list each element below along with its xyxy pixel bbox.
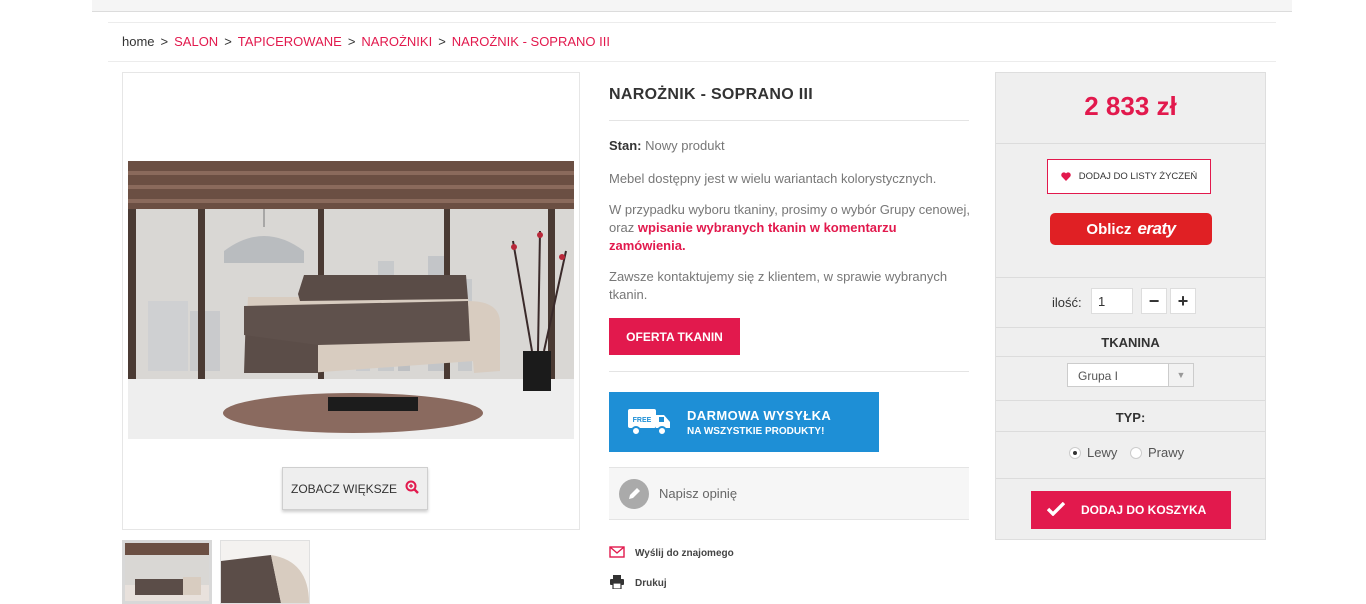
divider [108,61,1276,62]
send-to-friend-label: Wyślij do znajomego [635,547,734,559]
envelope-icon [609,545,625,561]
shipping-subtitle: NA WSZYSTKIE PRODUKTY! [687,425,825,437]
divider [996,143,1265,144]
printer-icon [609,575,625,592]
review-label: Napisz opinię [659,486,738,501]
description-paragraph: W przypadku wyboru tkaniny, prosimy o wy… [609,202,971,253]
eraty-prefix: Oblicz [1086,220,1132,238]
eraty-calculator-button[interactable]: Oblicz eraty [1050,213,1212,245]
product-condition: Stan: Nowy produkt [609,138,725,153]
checkmark-icon [1045,499,1067,522]
breadcrumb: home > SALON > TAPICEROWANE > NAROŻNIKI > NAROŻN… [122,34,610,49]
type-option-prawy[interactable]: Prawy [1130,445,1184,460]
wishlist-label: DODAJ DO LISTY ŻYCZEŃ [1078,171,1198,182]
radio-checked[interactable] [1069,446,1081,459]
condition-label: Stan: [609,138,642,153]
truck-icon: FREE [627,407,671,437]
product-price: 2 833 zł [1084,91,1177,121]
divider [609,371,969,372]
quantity-increase-button[interactable]: + [1170,288,1196,314]
page-title: NAROŻNIK - SOPRANO III [609,86,813,103]
pencil-icon [619,478,649,509]
breadcrumb-home[interactable]: home [122,34,155,49]
send-to-friend-link[interactable]: Wyślij do znajomego [609,545,734,561]
breadcrumb-narozniki[interactable]: NAROŻNIKI [361,34,432,49]
write-review-button[interactable]: Napisz opinię [609,467,969,520]
divider [996,277,1265,278]
type-option-label: Prawy [1148,445,1185,460]
svg-text:FREE: FREE [633,417,652,424]
shipping-title: DARMOWA WYSYŁKA [687,407,832,423]
quantity-decrease-button[interactable]: − [1141,288,1167,314]
zoom-in-icon [405,480,419,497]
fabric-offer-button[interactable]: OFERTA TKANIN [609,318,740,355]
radio-unchecked[interactable] [1130,446,1142,459]
eraty-logo: eraty [1137,219,1176,238]
thumbnail-1[interactable] [122,540,212,604]
divider [996,327,1265,328]
heart-icon [1060,170,1071,184]
description-paragraph: Zawsze kontaktujemy się z klientem, w sp… [609,269,948,302]
description-highlight: wpisanie wybranych tkanin w komentarzu z… [609,220,897,253]
print-link[interactable]: Drukuj [609,575,667,592]
fabric-group-select[interactable]: Grupa I ▼ [1067,363,1194,387]
breadcrumb-tapicerowane[interactable]: TAPICEROWANE [238,34,342,49]
top-bar [92,0,1292,12]
quantity-input[interactable] [1091,288,1133,314]
free-shipping-banner[interactable]: FREE DARMOWA WYSYŁKA NA WSZYSTKIE PRODUK… [609,392,879,452]
fabric-title: TKANINA [1101,335,1160,350]
quantity-label: ilość: [1052,295,1082,310]
product-image-box: ZOBACZ WIĘKSZE [122,72,580,530]
print-label: Drukuj [635,578,667,589]
description-paragraph: Mebel dostępny jest w wielu wariantach k… [609,171,937,186]
chevron-down-icon: ▼ [1168,364,1193,386]
zoom-button[interactable]: ZOBACZ WIĘKSZE [282,467,428,510]
divider [108,22,1276,23]
divider [996,431,1265,432]
divider [996,478,1265,479]
divider [996,400,1265,401]
type-option-label: Lewy [1087,445,1118,460]
divider [609,120,969,121]
condition-value: Nowy produkt [645,138,725,153]
divider [996,356,1265,357]
add-to-cart-button[interactable]: DODAJ DO KOSZYKA [1031,491,1231,529]
buy-box: 2 833 zł DODAJ DO LISTY ŻYCZEŃ Oblicz er… [995,72,1266,540]
fabric-selected-value: Grupa I [1078,369,1119,383]
breadcrumb-current[interactable]: NAROŻNIK - SOPRANO III [452,34,610,49]
thumbnail-2[interactable] [220,540,310,604]
product-photo[interactable] [128,161,574,439]
breadcrumb-salon[interactable]: SALON [174,34,218,49]
add-to-wishlist-button[interactable]: DODAJ DO LISTY ŻYCZEŃ [1047,159,1211,194]
add-to-cart-label: DODAJ DO KOSZYKA [1081,503,1207,517]
shipping-text: DARMOWA WYSYŁKA NA WSZYSTKIE PRODUKTY! [687,408,831,437]
zoom-label: ZOBACZ WIĘKSZE [290,481,397,496]
type-title: TYP: [1115,410,1146,425]
type-option-lewy[interactable]: Lewy [1069,445,1117,460]
